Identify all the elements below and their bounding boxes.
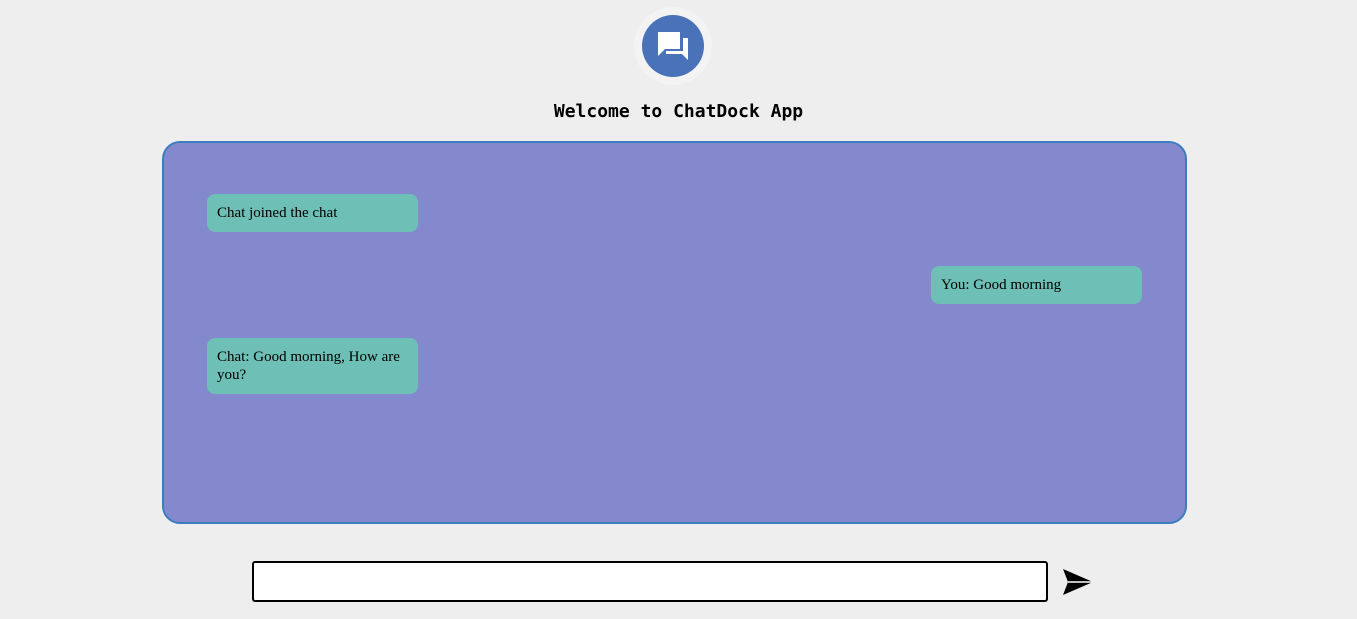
message-input[interactable] [252, 561, 1048, 602]
chat-messages-area[interactable]: Chat joined the chat You: Good morning C… [162, 141, 1187, 524]
message-incoming: Chat joined the chat [207, 194, 418, 232]
page-title: Welcome to ChatDock App [553, 101, 804, 122]
message-incoming: Chat: Good morning, How are you? [207, 338, 418, 394]
send-button[interactable] [1060, 564, 1096, 600]
app-logo [634, 7, 712, 85]
send-icon [1063, 569, 1093, 595]
chat-page: Welcome to ChatDock App Chat joined the … [0, 0, 1357, 619]
chat-bubbles-icon [642, 15, 704, 77]
message-outgoing: You: Good morning [931, 266, 1142, 304]
